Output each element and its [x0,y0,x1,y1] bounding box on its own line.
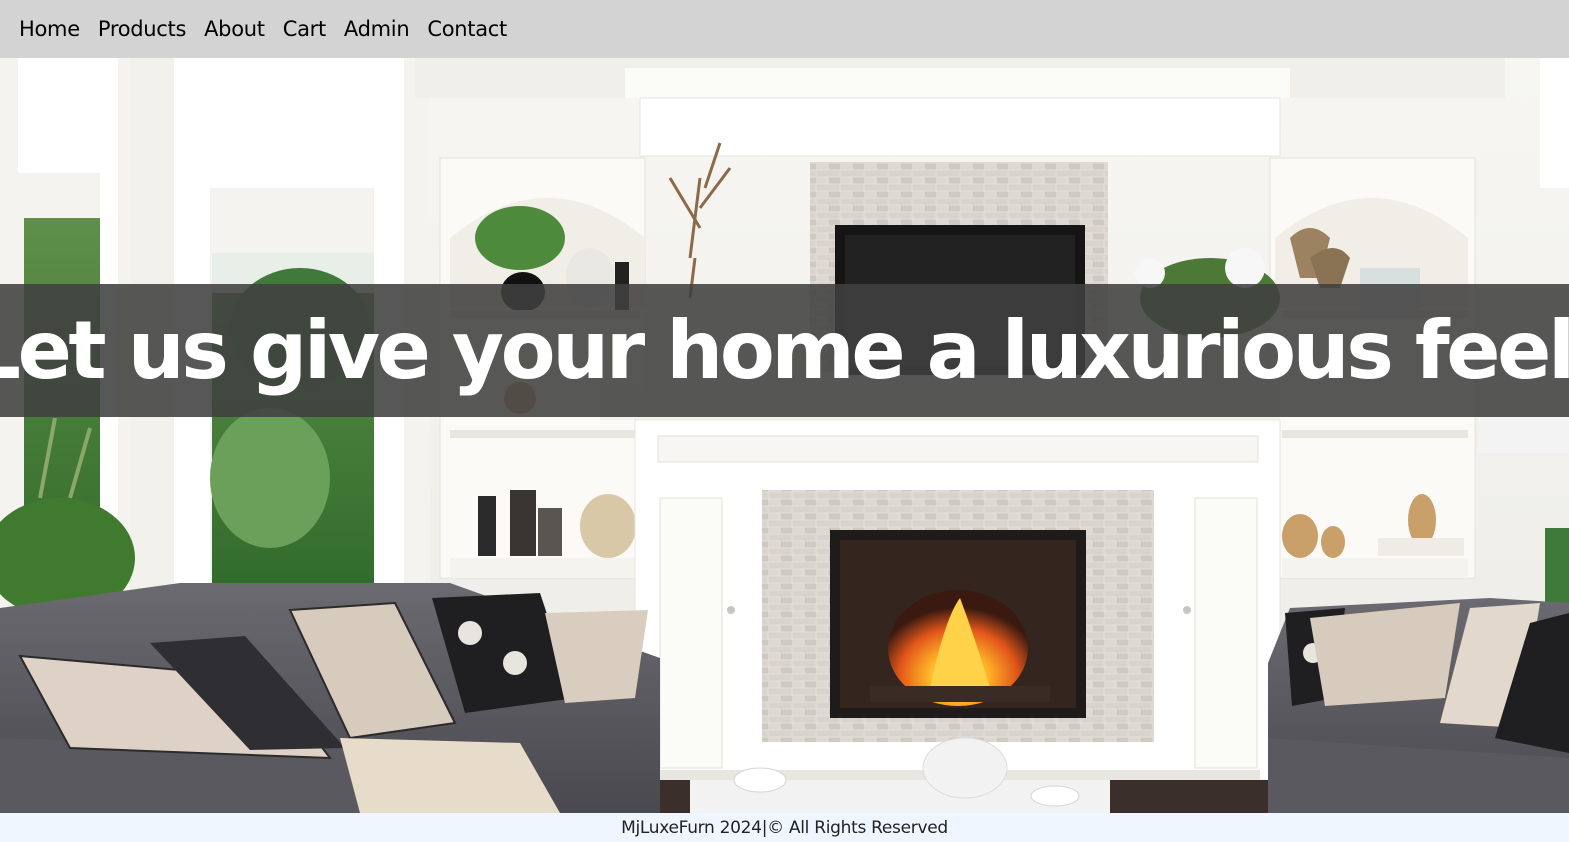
nav-link-products[interactable]: Products [98,17,187,41]
nav-link-about[interactable]: About [204,17,265,41]
footer-copyright: MjLuxeFurn 2024|© All Rights Reserved [621,817,948,838]
hero-background-image [0,58,1569,813]
nav-link-admin[interactable]: Admin [344,17,410,41]
nav-link-cart[interactable]: Cart [283,17,327,41]
top-navbar: Home Products About Cart Admin Contact [0,0,1569,58]
footer: MjLuxeFurn 2024|© All Rights Reserved [0,813,1569,842]
nav-link-contact[interactable]: Contact [427,17,507,41]
hero-section: Let us give your home a luxurious feel. [0,58,1569,813]
nav-link-home[interactable]: Home [19,17,80,41]
hero-headline: Let us give your home a luxurious feel. [0,303,1569,397]
hero-banner: Let us give your home a luxurious feel. [0,284,1569,417]
page: Home Products About Cart Admin Contact L… [0,0,1569,842]
